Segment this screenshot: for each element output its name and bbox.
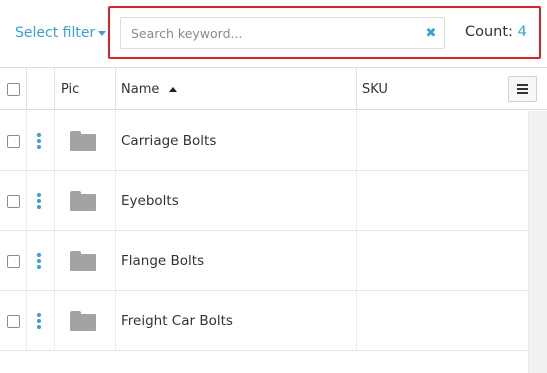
count-label: Count: — [465, 24, 513, 40]
row-pic-cell — [55, 171, 116, 231]
table-row[interactable]: Freight Car Bolts — [0, 291, 528, 351]
toolbar: Select filter ✖ Count: 4 — [0, 0, 547, 67]
row-name: Eyebolts — [121, 193, 179, 209]
folder-icon — [70, 191, 96, 211]
select-filter-label: Select filter — [15, 25, 96, 41]
row-name-cell: Carriage Bolts — [116, 111, 357, 171]
caret-down-icon — [98, 31, 107, 36]
row-pic-cell — [55, 231, 116, 291]
clear-search-icon[interactable]: ✖ — [418, 18, 444, 48]
row-sku-cell — [357, 231, 528, 291]
column-menu-button[interactable] — [508, 76, 537, 102]
kebab-vertical-icon[interactable] — [37, 133, 41, 149]
row-actions-cell — [0, 291, 55, 351]
table-row[interactable]: Flange Bolts — [0, 231, 528, 291]
header-name[interactable]: Name — [116, 68, 357, 110]
result-count: Count: 4 — [465, 24, 527, 40]
row-actions-cell — [0, 171, 55, 231]
row-name-cell: Freight Car Bolts — [116, 291, 357, 351]
search-input[interactable] — [121, 18, 418, 48]
select-all-checkbox[interactable] — [6, 82, 20, 96]
sort-ascending-icon — [169, 86, 178, 92]
header-actions-cell — [27, 68, 55, 110]
row-sku-cell — [357, 171, 528, 231]
header-sku-label: SKU — [362, 81, 388, 97]
data-grid: Pic Name SKU Carriage Bolts Eyebolts Fla… — [0, 67, 547, 373]
header-pic[interactable]: Pic — [55, 68, 116, 110]
row-sku-cell — [357, 111, 528, 171]
kebab-vertical-icon[interactable] — [37, 193, 41, 209]
folder-icon — [70, 311, 96, 331]
header-name-label: Name — [121, 81, 160, 97]
header-pic-label: Pic — [61, 81, 80, 97]
row-name-cell: Flange Bolts — [116, 231, 357, 291]
row-actions-cell — [0, 111, 55, 171]
folder-icon — [70, 251, 96, 271]
row-name: Carriage Bolts — [121, 133, 217, 149]
row-sku-cell — [357, 291, 528, 351]
hamburger-menu-icon — [517, 84, 528, 86]
kebab-vertical-icon[interactable] — [37, 253, 41, 269]
row-name: Freight Car Bolts — [121, 313, 233, 329]
row-pic-cell — [55, 291, 116, 351]
folder-icon — [70, 131, 96, 151]
row-name: Flange Bolts — [121, 253, 205, 269]
row-actions-cell — [0, 231, 55, 291]
grid-body: Carriage Bolts Eyebolts Flange Bolts Fre… — [0, 111, 528, 373]
row-name-cell: Eyebolts — [116, 171, 357, 231]
search-box: ✖ — [120, 17, 445, 49]
table-row[interactable]: Carriage Bolts — [0, 111, 528, 171]
vertical-scrollbar[interactable] — [528, 111, 547, 373]
header-select-all-cell — [0, 68, 27, 110]
row-pic-cell — [55, 111, 116, 171]
select-filter-button[interactable]: Select filter — [15, 25, 107, 41]
table-row[interactable]: Eyebolts — [0, 171, 528, 231]
kebab-vertical-icon[interactable] — [37, 313, 41, 329]
count-value: 4 — [517, 24, 527, 40]
grid-header: Pic Name SKU — [0, 68, 547, 110]
